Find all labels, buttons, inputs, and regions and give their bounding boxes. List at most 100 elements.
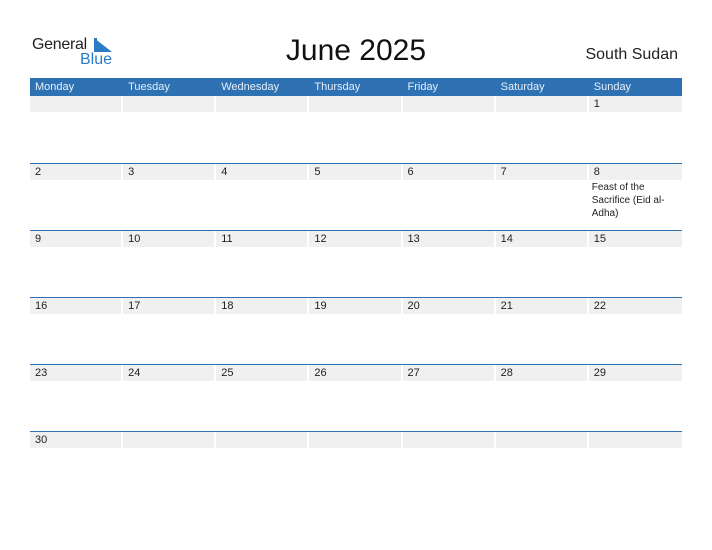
weekday-friday: Friday — [407, 81, 439, 93]
day-number: 2 — [30, 164, 122, 180]
day-number — [30, 96, 122, 112]
day-number: 3 — [123, 164, 215, 180]
day-number — [402, 96, 494, 112]
day-number: 18 — [216, 298, 308, 314]
day-cell[interactable]: 25 — [216, 365, 309, 381]
day-number: 12 — [309, 231, 401, 247]
week-row: 30 — [30, 431, 682, 450]
day-number: 5 — [309, 164, 401, 180]
day-cell — [309, 432, 402, 448]
day-cell[interactable]: 8 Feast of the Sacrifice (Eid al-Adha) — [588, 164, 682, 220]
weekday-monday: Monday — [35, 81, 75, 93]
day-number: 29 — [588, 365, 682, 381]
country-name: South Sudan — [585, 46, 678, 63]
day-number: 30 — [30, 432, 122, 448]
day-cell[interactable]: 26 — [309, 365, 402, 381]
holiday-event: Feast of the Sacrifice (Eid al-Adha) — [591, 182, 665, 219]
day-cell[interactable]: 29 — [588, 365, 682, 381]
day-cell[interactable]: 16 — [30, 298, 123, 314]
day-cell[interactable]: 21 — [495, 298, 589, 314]
day-number: 25 — [216, 365, 308, 381]
day-cell — [123, 432, 216, 448]
day-cell[interactable]: 11 — [216, 231, 309, 247]
day-number: 10 — [123, 231, 215, 247]
day-cell[interactable]: 13 — [402, 231, 496, 247]
day-cell[interactable]: 23 — [30, 365, 123, 381]
calendar-grid: Monday Tuesday Wednesday Thursday Friday Satu… — [30, 78, 682, 450]
day-number: 28 — [495, 365, 587, 381]
day-number: 14 — [495, 231, 587, 247]
day-number: 13 — [402, 231, 494, 247]
day-cell — [402, 432, 496, 448]
day-number: 11 — [216, 231, 308, 247]
day-cell[interactable]: 30 — [30, 432, 123, 448]
day-cell — [216, 96, 309, 112]
day-cell[interactable]: 4 — [216, 164, 309, 220]
day-number: 9 — [30, 231, 122, 247]
week-row: 23 24 25 26 27 28 29 — [30, 364, 682, 431]
day-number: 21 — [495, 298, 587, 314]
day-number: 26 — [309, 365, 401, 381]
day-cell[interactable]: 19 — [309, 298, 402, 314]
day-number: 17 — [123, 298, 215, 314]
day-cell[interactable]: 6 — [402, 164, 496, 220]
day-cell[interactable]: 28 — [495, 365, 589, 381]
weekday-tuesday: Tuesday — [128, 81, 170, 93]
day-cell — [402, 96, 496, 112]
week-row: 9 10 11 12 13 14 15 — [30, 230, 682, 297]
day-cell[interactable]: 5 — [309, 164, 402, 220]
day-number — [495, 96, 587, 112]
day-cell[interactable]: 15 — [588, 231, 682, 247]
day-cell[interactable]: 10 — [123, 231, 216, 247]
day-cell — [495, 96, 589, 112]
day-cell[interactable]: 1 — [588, 96, 682, 112]
weekday-saturday: Saturday — [500, 81, 545, 93]
day-cell[interactable]: 27 — [402, 365, 496, 381]
day-cell[interactable]: 20 — [402, 298, 496, 314]
week-row: 16 17 18 19 20 21 22 — [30, 297, 682, 364]
day-cell[interactable]: 14 — [495, 231, 589, 247]
day-cell[interactable]: 7 — [495, 164, 589, 220]
day-number — [123, 96, 215, 112]
day-number — [216, 96, 308, 112]
day-cell[interactable]: 18 — [216, 298, 309, 314]
weekday-header: Monday Tuesday Wednesday Thursday Friday Satu… — [30, 78, 682, 96]
day-cell[interactable]: 17 — [123, 298, 216, 314]
day-number: 7 — [495, 164, 587, 180]
day-number: 4 — [216, 164, 308, 180]
day-cell[interactable]: 12 — [309, 231, 402, 247]
day-number — [123, 432, 215, 448]
day-cell — [123, 96, 216, 112]
day-number — [588, 432, 682, 448]
day-number: 16 — [30, 298, 122, 314]
day-cell — [495, 432, 589, 448]
day-number: 19 — [309, 298, 401, 314]
day-number: 6 — [402, 164, 494, 180]
day-cell[interactable]: 9 — [30, 231, 123, 247]
day-number: 20 — [402, 298, 494, 314]
day-number: 24 — [123, 365, 215, 381]
day-cell[interactable]: 3 — [123, 164, 216, 220]
day-cell[interactable]: 24 — [123, 365, 216, 381]
day-number — [309, 96, 401, 112]
week-row: 1 — [30, 96, 682, 163]
day-cell[interactable]: 22 — [588, 298, 682, 314]
day-number — [309, 432, 401, 448]
day-number: 15 — [588, 231, 682, 247]
day-number — [495, 432, 587, 448]
day-number: 1 — [588, 96, 682, 112]
day-cell — [216, 432, 309, 448]
weeks-container: 1 2 3 4 5 6 7 8 Feast of the Sacrifice (Eid al-A… — [30, 96, 682, 450]
weekday-wednesday: Wednesday — [221, 81, 280, 93]
day-cell — [588, 432, 682, 448]
day-number — [216, 432, 308, 448]
weekday-sunday: Sunday — [593, 81, 632, 93]
day-number: 22 — [588, 298, 682, 314]
weekday-thursday: Thursday — [314, 81, 361, 93]
day-cell — [309, 96, 402, 112]
week-row: 2 3 4 5 6 7 8 Feast of the Sacrifice (Eid al-Ad… — [30, 163, 682, 230]
day-cell[interactable]: 2 — [30, 164, 123, 220]
day-number: 27 — [402, 365, 494, 381]
day-number: 23 — [30, 365, 122, 381]
day-cell — [30, 96, 123, 112]
